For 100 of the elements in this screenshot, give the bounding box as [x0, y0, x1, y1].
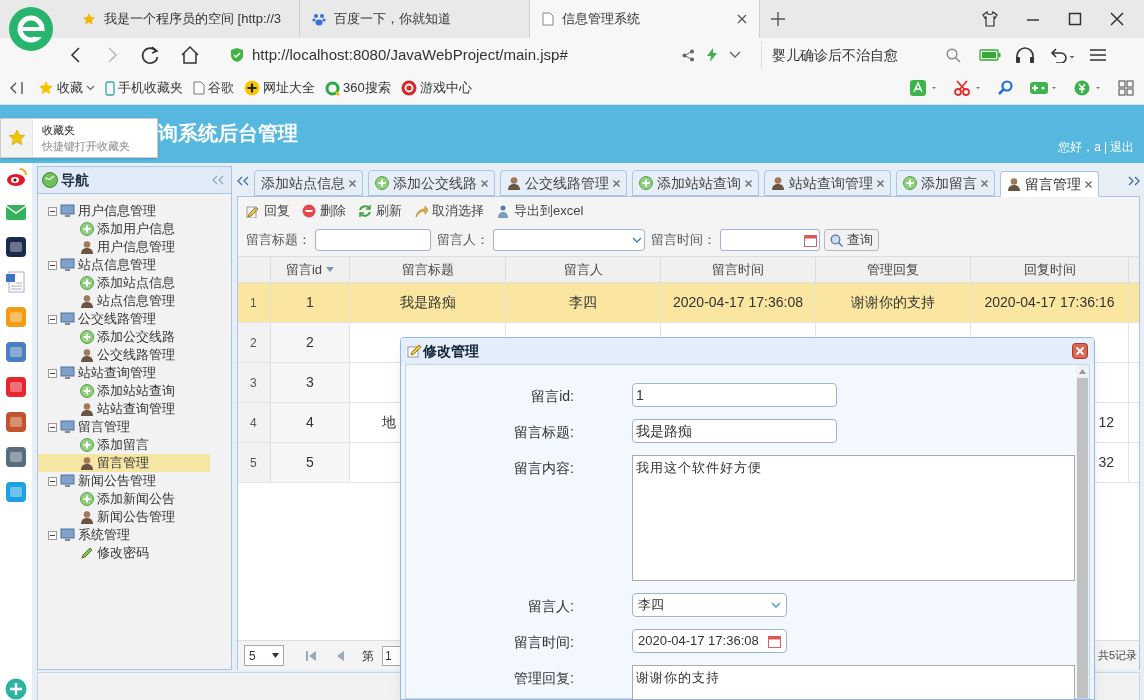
eye-icon[interactable] — [5, 166, 27, 188]
tree-item[interactable]: 添加站站查询 — [38, 382, 210, 400]
collapse-box-icon[interactable] — [48, 476, 57, 486]
scroll-up-icon[interactable] — [1079, 369, 1086, 374]
star-icon[interactable] — [7, 129, 26, 147]
tree-item[interactable]: 新闻公告管理 — [48, 472, 231, 490]
search-field[interactable]: 婴儿确诊后不治自愈 — [761, 41, 961, 69]
app-icon[interactable] — [5, 236, 27, 258]
bookmark[interactable]: 游戏中心 — [400, 78, 472, 98]
browser-tab[interactable]: 信息管理系统 — [530, 0, 760, 38]
scroll-left-icon[interactable] — [237, 176, 249, 186]
date-field[interactable]: 2020-04-17 17:36:08 — [632, 629, 787, 653]
dropdown[interactable]: 李四 — [632, 593, 787, 617]
tree-item[interactable]: 留言管理 — [48, 418, 231, 436]
tree-item[interactable]: 修改密码 — [38, 544, 210, 562]
page-size-dropdown[interactable]: 5 — [244, 645, 284, 666]
tree-item[interactable]: 公交线路管理 — [38, 346, 210, 364]
input-field[interactable]: 1 — [632, 383, 837, 407]
collapse-box-icon[interactable] — [48, 260, 57, 270]
close-icon[interactable] — [737, 14, 747, 24]
tree-item[interactable]: 留言管理 — [38, 454, 210, 472]
tree-item[interactable]: 添加公交线路 — [38, 328, 210, 346]
close-icon[interactable] — [1110, 12, 1124, 26]
input-field[interactable]: 我是路痴 — [632, 419, 837, 443]
scroll-right-icon[interactable] — [1128, 176, 1140, 186]
tree-item[interactable]: 新闻公告管理 — [38, 508, 210, 526]
tab[interactable]: 公交线路管理 — [500, 170, 627, 196]
tree-item[interactable]: 用户信息管理 — [48, 202, 231, 220]
tree-item[interactable]: 添加站点信息 — [38, 274, 210, 292]
toolbar-button[interactable]: 删除 — [302, 200, 346, 221]
date-field[interactable] — [720, 229, 820, 251]
text-area[interactable]: 谢谢你的支持 — [632, 665, 1075, 699]
document-icon[interactable] — [5, 271, 27, 293]
tree-item[interactable]: 站点信息管理 — [48, 256, 231, 274]
toolbar-button[interactable]: 取消选择 — [414, 200, 484, 221]
chevron-down-icon[interactable] — [729, 51, 741, 59]
close-icon[interactable] — [981, 179, 988, 187]
tab[interactable]: 站站查询管理 — [764, 170, 891, 196]
scrollbar[interactable] — [1076, 365, 1089, 698]
toolbar-button[interactable]: 导出到excel — [496, 200, 584, 221]
collapse-box-icon[interactable] — [48, 206, 57, 216]
new-tab-icon[interactable] — [770, 11, 786, 27]
column-header[interactable]: 留言id — [271, 257, 350, 282]
toolbar-button[interactable]: 刷新 — [358, 200, 402, 221]
tab[interactable]: 添加站站查询 — [632, 170, 759, 196]
gamepad-icon[interactable] — [1030, 80, 1058, 96]
column-header[interactable]: 留言标题 — [350, 257, 506, 282]
share-icon[interactable] — [682, 48, 695, 62]
bookmark[interactable]: 收藏 — [38, 78, 95, 98]
bookmark[interactable]: 手机收藏夹 — [105, 78, 183, 98]
text-area[interactable]: 我用这个软件好方便 — [632, 455, 1075, 581]
home-icon[interactable] — [180, 45, 200, 65]
tree-item[interactable]: 站站查询管理 — [48, 364, 231, 382]
reload-icon[interactable] — [140, 45, 160, 65]
close-icon[interactable] — [613, 179, 620, 187]
bookmark[interactable]: 360搜索 — [325, 78, 391, 98]
tree-item[interactable]: 添加留言 — [38, 436, 210, 454]
search-button[interactable]: 查询 — [824, 229, 879, 251]
bookmark[interactable]: 谷歌 — [193, 78, 234, 98]
collapse-box-icon[interactable] — [48, 314, 57, 324]
tree-item[interactable]: 站站查询管理 — [38, 400, 210, 418]
battery-icon[interactable] — [979, 49, 1001, 61]
close-icon[interactable] — [481, 179, 488, 187]
bookmark[interactable]: 网址大全 — [244, 78, 315, 98]
collapse-box-icon[interactable] — [48, 422, 57, 432]
tree-item[interactable]: 用户信息管理 — [38, 238, 210, 256]
tab[interactable]: 添加站点信息 — [254, 170, 363, 196]
tree-item[interactable]: 站点信息管理 — [38, 292, 210, 310]
close-icon[interactable] — [1072, 343, 1088, 359]
tab[interactable]: 添加留言 — [896, 170, 995, 196]
tab[interactable]: 留言管理 — [1000, 171, 1099, 197]
column-header[interactable]: 管理回复 — [816, 257, 971, 282]
close-icon[interactable] — [745, 179, 752, 187]
undo-icon[interactable] — [1049, 47, 1075, 63]
add-circle-icon[interactable] — [5, 678, 27, 700]
sidebar-toggle-icon[interactable] — [10, 82, 24, 94]
column-header[interactable]: 回复时间 — [971, 257, 1129, 282]
tree-item[interactable]: 添加新闻公告 — [38, 490, 210, 508]
search-icon[interactable] — [946, 47, 961, 63]
input-field[interactable] — [315, 229, 431, 251]
shirt-icon[interactable] — [982, 11, 998, 27]
collapse-box-icon[interactable] — [48, 368, 57, 378]
table-row[interactable]: 1 1 我是路痴 李四 2020-04-17 17:36:08 谢谢你的支持 2020-04-17 17:36:16 — [238, 283, 1139, 323]
toolbar-button[interactable]: 回复 — [246, 200, 290, 221]
close-icon[interactable] — [877, 179, 884, 187]
column-header[interactable]: 留言人 — [506, 257, 661, 282]
yen-icon[interactable] — [1074, 80, 1102, 96]
tab[interactable]: 添加公交线路 — [368, 170, 495, 196]
search-icon[interactable] — [998, 80, 1014, 96]
tree-item[interactable]: 添加用户信息 — [38, 220, 210, 238]
collapse-box-icon[interactable] — [48, 530, 57, 540]
grid-icon[interactable] — [1118, 80, 1134, 96]
maximize-icon[interactable] — [1068, 12, 1082, 26]
scrollbar-thumb[interactable] — [1077, 378, 1088, 698]
headphones-icon[interactable] — [1015, 46, 1035, 64]
close-icon[interactable] — [1085, 180, 1092, 188]
lightning-icon[interactable] — [707, 48, 717, 62]
close-icon[interactable] — [349, 179, 356, 187]
column-header[interactable]: 留言时间 — [661, 257, 816, 282]
tree-item[interactable]: 公交线路管理 — [48, 310, 231, 328]
